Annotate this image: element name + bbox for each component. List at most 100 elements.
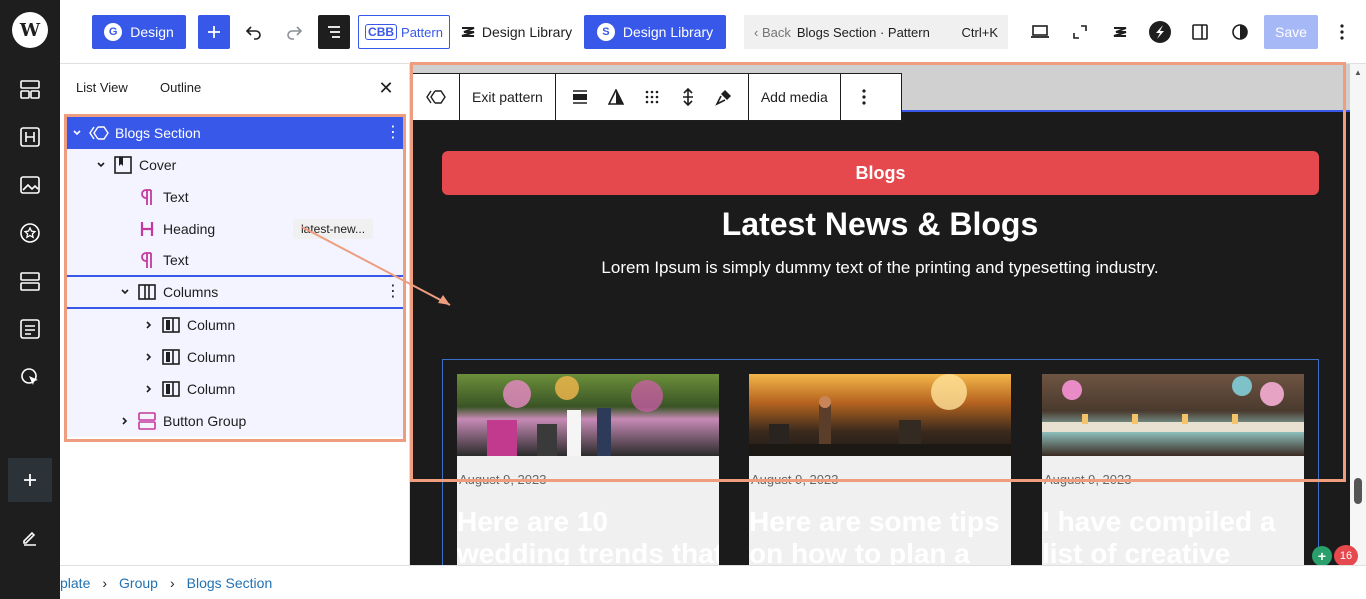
grid-dots-icon[interactable] [634, 74, 670, 120]
blog-card-date: August 9, 2023 [1044, 472, 1132, 487]
patterns-icon[interactable] [18, 77, 42, 101]
block-options-icon[interactable]: ⋮ [385, 125, 401, 141]
section-heading[interactable]: Latest News & Blogs [410, 206, 1350, 243]
blog-card-title[interactable]: I have compiled a list of creative birth… [1042, 506, 1304, 565]
command-center[interactable]: ‹ Back Blogs Section · Pattern Ctrl+K [744, 15, 1008, 49]
chevron-right-icon[interactable] [143, 351, 155, 363]
exit-pattern-button[interactable]: Exit pattern [460, 74, 556, 120]
add-media-button[interactable]: Add media [749, 74, 841, 120]
pattern-icon[interactable] [413, 74, 459, 120]
redo-button[interactable] [278, 15, 310, 49]
block-switcher[interactable] [413, 74, 460, 120]
chevron-down-icon[interactable] [95, 159, 107, 171]
blog-card[interactable]: August 9, 2023 I have compiled a list of… [1042, 374, 1304, 565]
blog-card-image [457, 374, 719, 456]
edit-pencil-icon[interactable] [18, 526, 42, 550]
block-options-icon[interactable]: ⋮ [385, 284, 401, 300]
form-icon[interactable] [18, 317, 42, 341]
options-more-icon[interactable] [1328, 15, 1356, 49]
columns-block[interactable]: August 9, 2023 Here are 10 wedding trend… [442, 359, 1319, 565]
button-group-icon [137, 411, 157, 431]
stackable-settings-icon[interactable] [1104, 15, 1136, 49]
chevron-right-icon[interactable] [143, 383, 155, 395]
blog-card-title[interactable]: Here are some tips on how to plan a [749, 506, 1011, 565]
help-plus-icon[interactable]: + [1312, 546, 1332, 566]
list-view-tabs: List View Outline ✕ [60, 64, 410, 112]
add-block-button[interactable] [8, 458, 52, 502]
save-button[interactable]: Save [1264, 15, 1318, 49]
canvas-scrollbar[interactable]: ▲ [1350, 64, 1366, 565]
tab-outline[interactable]: Outline [160, 80, 201, 95]
design-library-button[interactable]: Design Library [458, 15, 574, 49]
blog-card[interactable]: August 9, 2023 Here are 10 wedding trend… [457, 374, 719, 565]
block-more-options[interactable] [841, 74, 887, 120]
contrast-triangle-icon[interactable] [598, 74, 634, 120]
tree-row-cover[interactable]: Cover [67, 149, 403, 181]
chevron-down-icon[interactable] [71, 127, 83, 139]
styles-contrast-icon[interactable] [1224, 15, 1256, 49]
tree-row-blogs-section[interactable]: Blogs Section ⋮ [67, 117, 403, 149]
cursor-click-icon[interactable] [18, 365, 42, 389]
blog-card-title[interactable]: Here are 10 wedding trends that you [457, 506, 719, 565]
cbb-pattern-button[interactable]: CBB Pattern [358, 15, 450, 49]
blog-card-date: August 9, 2023 [459, 472, 547, 487]
list-view-toggle-button[interactable] [318, 15, 350, 49]
breadcrumb-item[interactable]: Blogs Section [187, 575, 273, 591]
tree-row-column[interactable]: Column [67, 373, 403, 405]
tree-row-label: Text [163, 252, 189, 268]
breadcrumb-item[interactable]: Group [119, 575, 158, 591]
tree-row-heading[interactable]: Heading latest-new... [67, 213, 403, 245]
tree-row-button-group[interactable]: Button Group [67, 405, 403, 437]
block-inserter-button[interactable] [198, 15, 230, 49]
tree-row-column[interactable]: Column [67, 309, 403, 341]
scroll-thumb[interactable] [1354, 478, 1362, 504]
blogs-tag-button[interactable]: Blogs [442, 151, 1319, 195]
chevron-right-icon[interactable] [143, 319, 155, 331]
vertical-spacing-icon[interactable] [670, 74, 706, 120]
block-tools-group [556, 74, 749, 120]
design-library-primary-label: Design Library [622, 24, 714, 40]
blog-card[interactable]: August 9, 2023 Here are some tips on how… [749, 374, 1011, 565]
tree-row-label: Columns [163, 284, 219, 300]
undo-button[interactable] [238, 15, 270, 49]
design-button[interactable]: G Design [92, 15, 186, 49]
layout-icon[interactable] [18, 269, 42, 293]
tree-row-label: Column [187, 381, 236, 397]
tree-row-columns[interactable]: Columns ⋮ [67, 277, 403, 309]
breadcrumb-separator-icon: › [169, 575, 175, 591]
blog-card-image [749, 374, 1011, 456]
tree-row-column[interactable]: Column [67, 341, 403, 373]
wordpress-logo-icon[interactable]: W [12, 12, 48, 48]
tree-row-text[interactable]: Text [67, 245, 403, 277]
stackable-circle-icon[interactable] [1144, 15, 1176, 49]
section-subtext[interactable]: Lorem Ipsum is simply dummy text of the … [410, 258, 1350, 278]
scroll-up-icon[interactable]: ▲ [1354, 68, 1362, 77]
shortcut-hint: Ctrl+K [961, 24, 998, 40]
paragraph-icon [137, 250, 157, 270]
tree-row-text[interactable]: Text [67, 181, 403, 213]
block-toolbar: Exit pattern Add media [412, 73, 902, 121]
admin-sidebar: W [0, 0, 60, 599]
design-library-primary-button[interactable]: S Design Library [584, 15, 726, 49]
star-badge-icon[interactable] [18, 221, 42, 245]
tree-row-label: Text [163, 189, 189, 205]
fullscreen-icon[interactable] [1064, 15, 1096, 49]
cbb-pattern-label: Pattern [401, 24, 443, 40]
tree-row-label: Heading [163, 221, 216, 237]
media-icon[interactable] [18, 173, 42, 197]
device-preview-button[interactable] [1024, 15, 1056, 49]
heading-icon[interactable] [18, 125, 42, 149]
close-icon[interactable]: ✕ [376, 78, 396, 98]
back-link[interactable]: ‹ Back [754, 25, 791, 40]
brush-icon[interactable] [706, 74, 742, 120]
options-more-icon[interactable] [841, 74, 887, 120]
chevron-down-icon[interactable] [119, 286, 131, 298]
blog-card-image [1042, 374, 1304, 456]
tab-list-view[interactable]: List View [76, 80, 128, 95]
columns-icon [137, 282, 157, 302]
cover-block[interactable]: Blogs Latest News & Blogs Lorem Ipsum is… [410, 110, 1350, 565]
breadcrumb-item[interactable]: plate [60, 575, 90, 591]
chevron-right-icon[interactable] [119, 415, 131, 427]
align-icon[interactable] [562, 74, 598, 120]
sidebar-toggle-icon[interactable] [1184, 15, 1216, 49]
